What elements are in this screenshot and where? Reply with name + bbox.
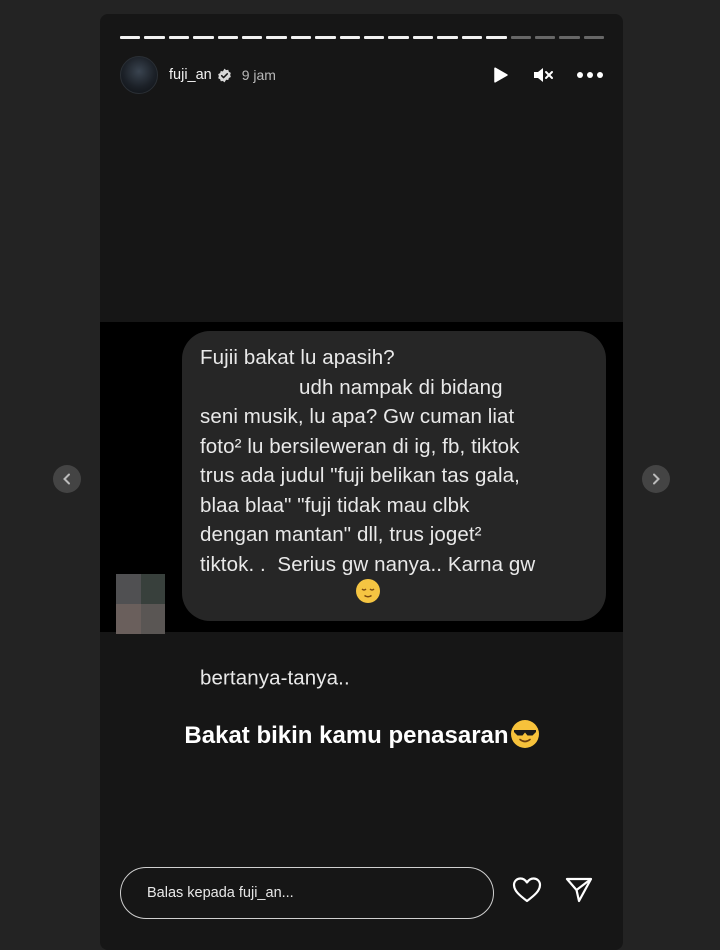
progress-segment: [559, 36, 580, 39]
chevron-right-icon: [653, 473, 660, 485]
progress-segment: [266, 36, 287, 39]
caption-text: Bakat bikin kamu penasaran: [184, 722, 509, 749]
send-share-icon[interactable]: [564, 876, 594, 904]
progress-segment: [388, 36, 409, 39]
story-header: fuji_an 9 jam: [120, 54, 604, 96]
chevron-left-icon: [63, 473, 70, 485]
story-viewer: fuji_an 9 jam Fujii bakat lu apasih? udh…: [100, 14, 623, 950]
progress-segment: [120, 36, 141, 39]
play-icon[interactable]: [490, 65, 510, 85]
story-progress-bar: [120, 36, 605, 39]
progress-segment: [534, 36, 556, 39]
story-media-screenshot: Fujii bakat lu apasih? udh nampak di bid…: [100, 322, 623, 690]
message-bubble: Fujii bakat lu apasih? udh nampak di bid…: [182, 331, 606, 690]
avatar[interactable]: [120, 56, 158, 94]
muted-speaker-icon[interactable]: [532, 65, 554, 85]
message-text: Fujii bakat lu apasih? udh nampak di bid…: [200, 346, 536, 690]
smiling-face-with-sunglasses-emoji: [510, 720, 539, 748]
progress-segment: [437, 36, 458, 39]
blurred-avatar: [116, 574, 165, 634]
progress-segment: [217, 36, 239, 39]
progress-segment: [290, 36, 312, 39]
progress-segment: [339, 36, 361, 39]
progress-segment: [412, 36, 434, 39]
progress-segment: [461, 36, 483, 39]
progress-segment: [510, 36, 531, 39]
reply-field[interactable]: [120, 867, 494, 919]
progress-segment: [486, 36, 507, 39]
progress-segment: [168, 36, 190, 39]
progress-segment: [364, 36, 385, 39]
story-caption: Bakat bikin kamu penasaran: [100, 720, 623, 750]
more-options-icon[interactable]: [576, 71, 604, 79]
progress-segment: [193, 36, 214, 39]
next-story-button[interactable]: [642, 465, 670, 493]
relieved-face-emoji: [355, 579, 380, 603]
progress-segment: [144, 36, 165, 39]
like-heart-icon[interactable]: [512, 876, 542, 904]
progress-segment: [242, 36, 263, 39]
reply-input[interactable]: [145, 884, 469, 902]
post-time: 9 jam: [241, 67, 276, 83]
verified-badge-icon: [217, 68, 232, 83]
previous-story-button[interactable]: [53, 465, 81, 493]
username[interactable]: fuji_an: [169, 67, 212, 83]
progress-segment: [583, 36, 605, 39]
progress-segment: [315, 36, 336, 39]
